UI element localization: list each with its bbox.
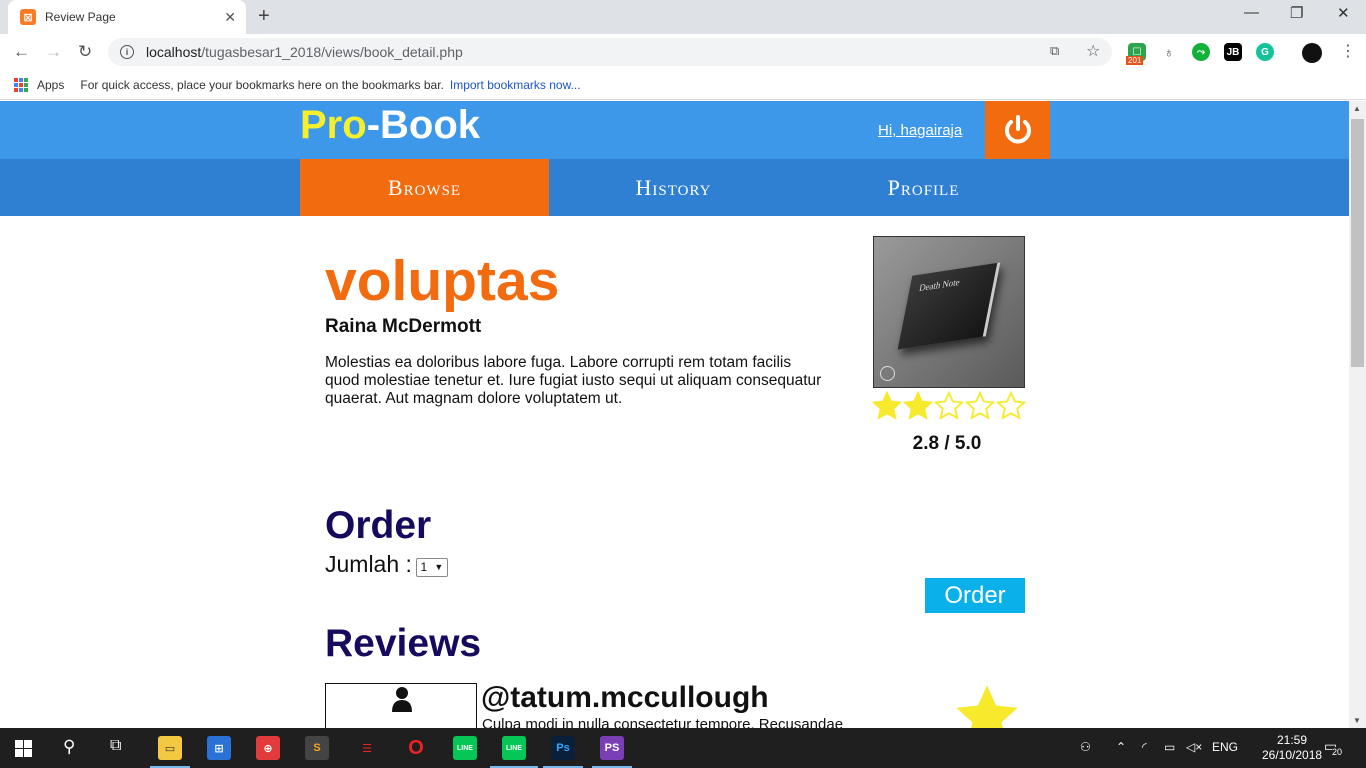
url-path: /tugasbesar1_2018/views/book_detail.php (201, 44, 463, 60)
browser-tab[interactable]: ⊠ Review Page ✕ (8, 0, 246, 34)
new-tab-icon[interactable]: + (258, 5, 270, 28)
share-extension-icon[interactable]: ⤳ (1192, 43, 1210, 61)
book-author: Raina McDermott (325, 316, 482, 337)
garena-icon[interactable]: ☰ (355, 736, 379, 760)
star-empty-icon (996, 391, 1026, 420)
xampp-favicon-icon: ⊠ (20, 9, 36, 25)
star-empty-icon (934, 391, 964, 420)
power-icon (1004, 115, 1031, 144)
close-tab-icon[interactable]: ✕ (224, 9, 236, 26)
gift-app-icon[interactable]: ⊕ (256, 736, 280, 760)
grammarly-icon[interactable]: G (1256, 43, 1274, 61)
quantity-select[interactable]: 1 ▼ (415, 557, 448, 577)
tray-chevron-icon[interactable]: ⌃ (1116, 740, 1126, 754)
site-logo[interactable]: Pro-Book (300, 103, 480, 148)
profile-avatar[interactable] (1302, 43, 1322, 63)
notification-count: 20 (1332, 747, 1343, 757)
review-star-icon (956, 685, 1018, 728)
sublime-text-icon[interactable]: S (305, 736, 329, 760)
opera-icon[interactable]: O (404, 736, 428, 760)
book-title: voluptas (325, 249, 560, 313)
windows-start-icon[interactable] (15, 740, 32, 757)
task-view-icon[interactable]: ⧉ (110, 737, 121, 755)
bulb-extension-icon[interactable]: ♁ (1160, 43, 1178, 61)
search-icon[interactable]: ⚲ (63, 737, 75, 757)
back-icon[interactable]: ← (13, 42, 30, 62)
order-button[interactable]: Order (925, 578, 1025, 613)
maximize-icon[interactable]: ❐ (1290, 4, 1303, 22)
close-window-icon[interactable]: ✕ (1337, 4, 1350, 22)
review-text: Culpa modi in nulla consectetur tempore.… (482, 716, 844, 728)
scroll-up-icon[interactable]: ▲ (1353, 104, 1361, 113)
photoshop-icon[interactable]: Ps (551, 736, 575, 760)
people-icon[interactable]: ⚇ (1080, 740, 1091, 754)
book-cover-image: Death Note (873, 236, 1025, 388)
page-scrollbar[interactable]: ▲ ▼ (1349, 101, 1366, 728)
browser-toolbar: ← → ↻ i localhost/tugasbesar1_2018/views… (0, 34, 1366, 70)
rating-stars (872, 391, 1026, 421)
star-filled-icon (903, 391, 933, 420)
browser-tab-bar: ⊠ Review Page ✕ + — ❐ ✕ (0, 0, 1366, 34)
user-icon (392, 687, 412, 712)
nav-browse[interactable]: Browse (300, 159, 549, 216)
forward-icon[interactable]: → (45, 42, 62, 62)
volume-muted-icon[interactable]: ◁× (1186, 740, 1202, 754)
logo-book: -Book (366, 103, 481, 147)
rating-value: 2.8 / 5.0 (912, 433, 982, 454)
cover-watermark (880, 366, 895, 381)
address-bar[interactable]: i localhost/tugasbesar1_2018/views/book_… (108, 38, 1112, 66)
extension-badge: 201 (1126, 56, 1144, 65)
info-icon[interactable]: i (120, 45, 134, 59)
tab-title: Review Page (45, 10, 116, 24)
quantity-value: 1 (420, 560, 428, 574)
language-indicator[interactable]: ENG (1212, 740, 1238, 754)
quantity-row: Jumlah : 1 ▼ (325, 551, 448, 578)
apps-icon[interactable] (14, 77, 28, 92)
scroll-down-icon[interactable]: ▼ (1353, 716, 1361, 725)
jetbrains-extension-icon[interactable]: JB (1224, 43, 1242, 61)
book-description: Molestias ea doloribus labore fuga. Labo… (325, 354, 822, 407)
reviewer-username: @tatum.mccullough (481, 681, 769, 714)
reload-icon[interactable]: ↻ (78, 42, 92, 62)
star-filled-icon (872, 391, 902, 420)
apps-link[interactable]: Apps (37, 78, 64, 92)
url-host: localhost (146, 44, 202, 60)
dropdown-arrow-icon: ▼ (434, 562, 444, 572)
bookmark-star-icon[interactable]: ☆ (1086, 41, 1100, 61)
bookmarks-hint: For quick access, place your bookmarks h… (80, 77, 444, 92)
phpstorm-icon[interactable]: PS (600, 736, 624, 760)
clock-time: 21:59 (1276, 733, 1308, 747)
reviewer-avatar (325, 683, 477, 728)
cover-book-graphic: Death Note (897, 262, 1001, 350)
battery-icon[interactable]: ▭ (1164, 740, 1175, 754)
clock[interactable]: 21:59 26/10/2018 (1262, 733, 1322, 763)
nav-history[interactable]: History (549, 159, 798, 216)
windows-taskbar: ⚲ ⧉ ▭ ⊞ ⊕ S ☰ O LINE LINE Ps PS ⚇ ⌃ ◜ ▭ … (0, 728, 1366, 768)
logo-pro: Pro (300, 103, 367, 147)
nav-profile[interactable]: Profile (799, 159, 1048, 216)
line-active-icon[interactable]: LINE (502, 736, 526, 760)
site-header: Pro-Book Hi, hagairaja (0, 101, 1349, 159)
line-icon[interactable]: LINE (453, 736, 477, 760)
order-heading: Order (325, 504, 432, 547)
quantity-label: Jumlah : (325, 551, 412, 577)
page-viewport: Pro-Book Hi, hagairaja Browse History Pr… (0, 101, 1349, 728)
wifi-icon[interactable]: ◜ (1142, 740, 1147, 754)
logout-button[interactable] (985, 101, 1050, 159)
main-nav: Browse History Profile (0, 159, 1349, 216)
scrollbar-thumb[interactable] (1351, 119, 1364, 367)
menu-icon[interactable]: ⋮ (1340, 41, 1356, 61)
star-empty-icon (965, 391, 995, 420)
bookmarks-bar: Apps For quick access, place your bookma… (0, 70, 1366, 100)
store-icon[interactable]: ⊞ (207, 736, 231, 760)
user-greeting-link[interactable]: Hi, hagairaja (878, 122, 962, 139)
minimize-icon[interactable]: — (1244, 4, 1259, 21)
import-bookmarks-link[interactable]: Import bookmarks now... (450, 78, 581, 92)
clock-date: 26/10/2018 (1262, 748, 1323, 762)
file-explorer-icon[interactable]: ▭ (158, 736, 182, 760)
reviews-heading: Reviews (325, 622, 482, 665)
translate-icon[interactable]: ⧉ (1050, 43, 1059, 59)
